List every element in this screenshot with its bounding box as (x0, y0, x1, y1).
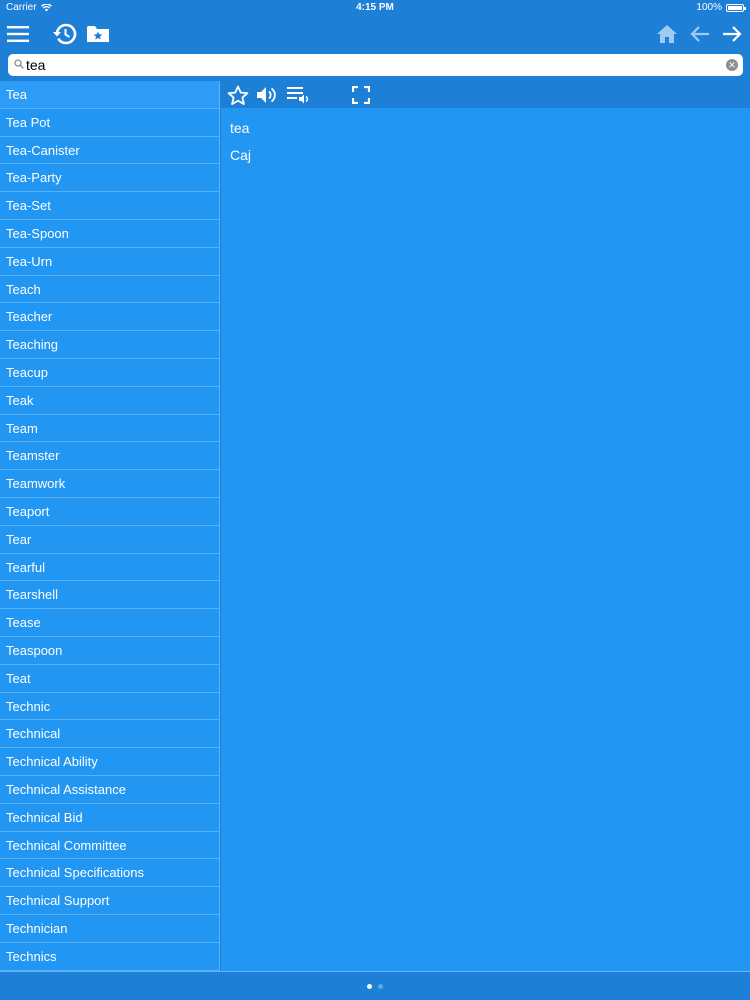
word-list-item[interactable]: Teaching (0, 331, 219, 359)
word-list-item[interactable]: Teach (0, 276, 219, 304)
word-list-item[interactable]: Teaspoon (0, 637, 219, 665)
menu-button[interactable] (4, 20, 32, 48)
pronounce-button[interactable] (255, 83, 279, 107)
arrow-right-icon (723, 26, 742, 42)
fullscreen-button[interactable] (349, 83, 373, 107)
top-toolbar (0, 16, 750, 52)
word-list-item[interactable]: Technic (0, 693, 219, 721)
word-list-item[interactable]: Tea-Set (0, 192, 219, 220)
search-input[interactable] (26, 54, 716, 76)
status-time: 4:15 PM (356, 2, 394, 13)
play-list-button[interactable] (287, 83, 311, 107)
history-icon (53, 23, 77, 45)
favorites-folder-icon (87, 26, 109, 42)
word-list-item[interactable]: Technical Committee (0, 832, 219, 860)
word-list-item[interactable]: Teacher (0, 303, 219, 332)
word-list: Tea Tea Pot Tea-Canister Tea-Party Tea-Set Te… (0, 81, 220, 971)
word-list-item[interactable]: Technical Specifications (0, 859, 219, 888)
search-bar: ✕ (8, 54, 743, 76)
history-button[interactable] (51, 20, 79, 48)
word-list-item[interactable]: Tea-Canister (0, 137, 219, 165)
playlist-audio-icon (287, 87, 308, 104)
detail-translation: Caj (230, 147, 252, 163)
word-list-item[interactable]: Tea (0, 81, 219, 109)
battery-icon (726, 3, 746, 12)
word-list-item[interactable]: Tease (0, 609, 219, 637)
word-list-item[interactable]: Teaport (0, 498, 219, 526)
word-list-item[interactable]: Tea-Urn (0, 248, 219, 276)
word-list-item[interactable]: Tearshell (0, 581, 219, 610)
favorite-button[interactable] (226, 83, 250, 107)
word-list-item[interactable]: Technician (0, 915, 219, 943)
detail-word: tea (230, 120, 250, 136)
search-icon (14, 59, 24, 69)
page-dot[interactable] (378, 984, 383, 989)
word-list-item[interactable]: Tear (0, 526, 219, 554)
home-button[interactable] (653, 20, 681, 48)
word-list-item[interactable]: Teamwork (0, 470, 219, 498)
word-list-item[interactable]: Technical Ability (0, 748, 219, 776)
word-list-item[interactable]: Tearful (0, 554, 219, 582)
star-icon (227, 85, 249, 105)
word-list-item[interactable]: Teak (0, 387, 219, 415)
translation-panel: tea Caj (221, 108, 750, 971)
fullscreen-icon (352, 86, 370, 104)
word-list-item[interactable]: Technical (0, 720, 219, 749)
status-bar: Carrier 4:15 PM 100% (0, 0, 750, 16)
speaker-icon (257, 87, 276, 103)
menu-icon (7, 26, 29, 42)
word-list-item[interactable]: Technical Assistance (0, 776, 219, 804)
word-list-item[interactable]: Team (0, 415, 219, 443)
detail-toolbar (221, 81, 750, 108)
page-dot[interactable] (367, 984, 372, 989)
word-list-item[interactable]: Teacup (0, 359, 219, 387)
battery-percent: 100% (696, 2, 722, 13)
word-list-item[interactable]: Technics (0, 943, 219, 971)
home-icon (657, 25, 677, 43)
favorites-folder-button[interactable] (84, 20, 112, 48)
word-list-item[interactable]: Tea-Spoon (0, 220, 219, 248)
back-button[interactable] (686, 20, 714, 48)
forward-button[interactable] (718, 20, 746, 48)
word-list-item[interactable]: Teat (0, 665, 219, 693)
word-list-item[interactable]: Teamster (0, 442, 219, 471)
word-list-item[interactable]: Tea-Party (0, 164, 219, 193)
clear-search-icon[interactable]: ✕ (726, 59, 738, 71)
word-list-item[interactable]: Technical Bid (0, 804, 219, 832)
page-indicator[interactable] (0, 984, 750, 989)
bottom-bar (0, 971, 750, 1000)
word-list-item[interactable]: Technical Support (0, 887, 219, 915)
word-list-item[interactable]: Tea Pot (0, 109, 219, 137)
arrow-left-icon (690, 26, 709, 42)
